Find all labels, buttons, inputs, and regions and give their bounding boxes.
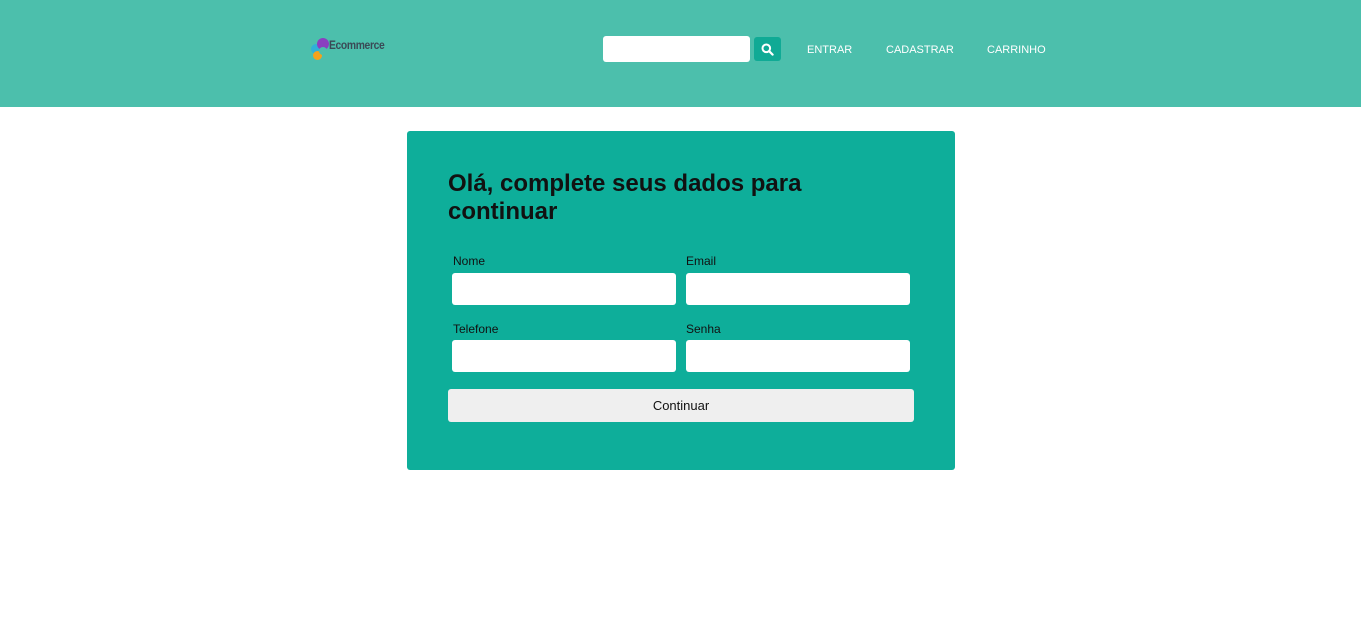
- search-icon: [761, 43, 774, 56]
- continue-button[interactable]: Continuar: [448, 389, 914, 422]
- nav-cart-link[interactable]: CARRINHO: [987, 43, 1046, 57]
- name-label: Nome: [453, 254, 486, 268]
- form-title: Olá, complete seus dados para continuar: [448, 170, 802, 225]
- email-field[interactable]: [686, 273, 910, 305]
- name-field[interactable]: [452, 273, 676, 305]
- search-input[interactable]: [603, 36, 750, 62]
- logo-text: Ecommerce: [328, 38, 385, 52]
- nav-register-link[interactable]: CADASTRAR: [886, 43, 954, 57]
- site-logo[interactable]: Ecommerce: [309, 36, 393, 64]
- phone-field[interactable]: [452, 340, 676, 372]
- top-header: Ecommerce ENTRAR CADASTRAR CARRINHO: [0, 0, 1361, 107]
- signup-card: Olá, complete seus dados para continuar …: [407, 131, 955, 470]
- search-button[interactable]: [754, 37, 781, 61]
- phone-label: Telefone: [453, 322, 499, 336]
- password-field[interactable]: [686, 340, 910, 372]
- nav-login-link[interactable]: ENTRAR: [807, 43, 852, 57]
- email-label: Email: [686, 254, 717, 268]
- password-label: Senha: [686, 322, 721, 336]
